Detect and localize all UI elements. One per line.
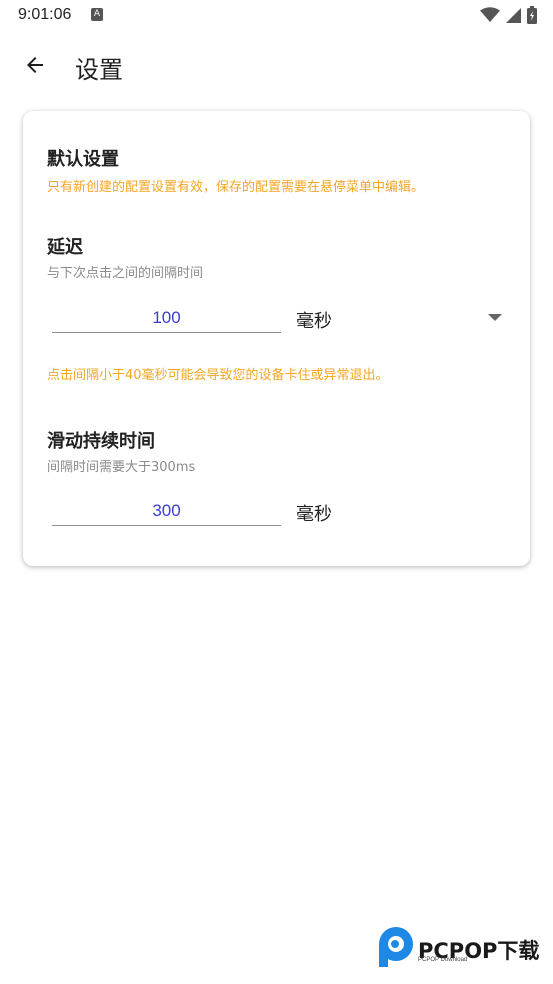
- delay-subtitle: 与下次点击之间的间隔时间: [47, 266, 204, 281]
- triangle-down-icon: [488, 314, 502, 321]
- watermark-subtext: PCPOP Download: [418, 957, 468, 963]
- delay-warning: 点击间隔小于40毫秒可能会导致您的设备卡住或异常退出。: [47, 368, 389, 383]
- swipe-duration-value: 300: [152, 501, 181, 520]
- swipe-duration-unit: 毫秒: [296, 504, 332, 525]
- status-time: 9:01:06: [18, 6, 72, 23]
- arrow-left-icon: [27, 57, 43, 73]
- swipe-duration-subtitle: 间隔时间需要大于300ms: [47, 460, 196, 475]
- app-bar: 设置: [0, 36, 553, 94]
- wifi-icon: [480, 7, 500, 22]
- pcpop-watermark: PCPOP下载 PCPOP Download: [376, 926, 548, 970]
- signal-icon: [506, 7, 521, 23]
- default-settings-title: 默认设置: [47, 149, 119, 170]
- page-title: 设置: [75, 56, 123, 84]
- delay-input[interactable]: 100: [52, 298, 281, 333]
- back-button[interactable]: [18, 48, 52, 82]
- status-bar: 9:01:06 A: [0, 0, 553, 30]
- swipe-duration-input[interactable]: 300: [52, 491, 281, 526]
- pcpop-logo-icon: [379, 927, 413, 967]
- delay-title: 延迟: [47, 237, 83, 258]
- swipe-duration-title: 滑动持续时间: [47, 431, 155, 452]
- delay-unit-select[interactable]: 毫秒: [296, 307, 332, 333]
- settings-card: 默认设置 只有新创建的配置设置有效，保存的配置需要在悬停菜单中编辑。 延迟 与下…: [23, 111, 530, 566]
- delay-unit-dropdown[interactable]: [484, 307, 506, 329]
- default-settings-note: 只有新创建的配置设置有效，保存的配置需要在悬停菜单中编辑。: [47, 180, 425, 195]
- delay-value: 100: [152, 308, 181, 327]
- battery-icon: [527, 6, 537, 24]
- system-icons: [480, 6, 537, 24]
- a-letter-icon: A: [91, 8, 103, 21]
